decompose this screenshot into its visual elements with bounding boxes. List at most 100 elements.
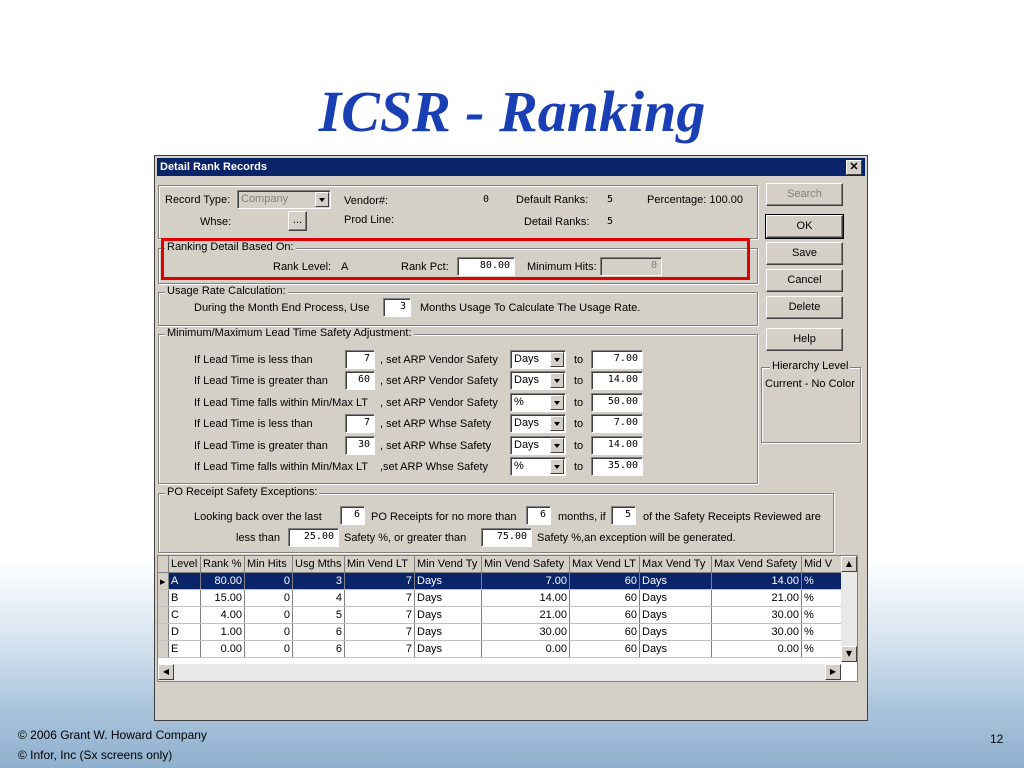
safety-value-input[interactable]: 7.00 bbox=[591, 414, 643, 434]
table-cell[interactable]: 0 bbox=[244, 589, 293, 607]
chevron-down-icon[interactable] bbox=[550, 352, 564, 367]
current-row-arrow-icon[interactable]: ▸ bbox=[158, 572, 169, 590]
table-cell[interactable]: Days bbox=[639, 640, 712, 658]
column-header[interactable]: Min Vend LT bbox=[344, 556, 415, 573]
cancel-button[interactable]: Cancel bbox=[766, 269, 843, 292]
safety-unit-select[interactable]: Days bbox=[510, 435, 566, 455]
po-months-input[interactable]: 6 bbox=[526, 506, 551, 525]
table-cell[interactable]: 6 bbox=[292, 623, 345, 641]
table-cell[interactable]: % bbox=[801, 589, 842, 607]
table-cell[interactable]: % bbox=[801, 640, 842, 658]
chevron-down-icon[interactable] bbox=[550, 373, 564, 389]
table-cell[interactable]: % bbox=[801, 623, 842, 641]
table-cell[interactable]: C bbox=[168, 606, 201, 624]
lead-time-days-input[interactable]: 7 bbox=[345, 350, 375, 369]
table-cell[interactable]: Days bbox=[639, 623, 712, 641]
safety-unit-select[interactable]: % bbox=[510, 457, 566, 476]
safety-unit-select[interactable]: Days bbox=[510, 414, 566, 434]
table-cell[interactable]: 0 bbox=[244, 640, 293, 658]
table-row[interactable]: D 1.00 0 6 7 Days 30.00 60 Days 30.00% bbox=[158, 623, 842, 641]
table-cell[interactable]: Days bbox=[414, 606, 482, 624]
table-cell[interactable]: 14.00 bbox=[481, 589, 570, 607]
column-header[interactable]: Max Vend Ty bbox=[639, 556, 712, 573]
scroll-left-icon[interactable]: ◀ bbox=[158, 664, 174, 680]
column-header[interactable]: Max Vend LT bbox=[569, 556, 640, 573]
horizontal-scrollbar[interactable]: ◀ ▶ bbox=[158, 664, 841, 681]
safety-value-input[interactable]: 35.00 bbox=[591, 457, 643, 476]
table-cell[interactable]: 7 bbox=[344, 589, 415, 607]
scroll-up-icon[interactable]: ▲ bbox=[841, 556, 857, 572]
table-cell[interactable]: Days bbox=[414, 623, 482, 641]
lead-time-days-input[interactable]: 7 bbox=[345, 414, 375, 434]
table-cell[interactable]: 0.00 bbox=[481, 640, 570, 658]
table-cell[interactable]: 14.00 bbox=[711, 572, 802, 590]
column-header[interactable]: Level bbox=[168, 556, 201, 573]
safety-value-input[interactable]: 50.00 bbox=[591, 392, 643, 412]
table-cell[interactable]: 7 bbox=[344, 640, 415, 658]
table-cell[interactable]: Days bbox=[414, 572, 482, 590]
safety-unit-select[interactable]: Days bbox=[510, 371, 566, 391]
table-cell[interactable]: 0.00 bbox=[200, 640, 245, 658]
close-icon[interactable]: ✕ bbox=[846, 160, 862, 175]
column-header[interactable]: Max Vend Safety bbox=[711, 556, 802, 573]
table-cell[interactable]: 5 bbox=[292, 606, 345, 624]
lead-time-days-input[interactable]: 60 bbox=[345, 371, 375, 391]
vertical-scrollbar[interactable]: ▲ ▼ bbox=[841, 556, 857, 662]
po-less-than-input[interactable]: 25.00 bbox=[288, 528, 339, 547]
table-cell[interactable]: 30.00 bbox=[711, 623, 802, 641]
table-cell[interactable]: 21.00 bbox=[711, 589, 802, 607]
save-button[interactable]: Save bbox=[766, 242, 843, 265]
table-cell[interactable]: 15.00 bbox=[200, 589, 245, 607]
column-header[interactable]: Min Vend Ty bbox=[414, 556, 482, 573]
table-cell[interactable]: 60 bbox=[569, 640, 640, 658]
table-cell[interactable]: 6 bbox=[292, 640, 345, 658]
table-cell[interactable]: 0.00 bbox=[711, 640, 802, 658]
table-cell[interactable]: 7 bbox=[344, 606, 415, 624]
table-cell[interactable]: 0 bbox=[244, 572, 293, 590]
chevron-down-icon[interactable] bbox=[550, 459, 564, 474]
delete-button[interactable]: Delete bbox=[766, 296, 843, 319]
po-greater-than-input[interactable]: 75.00 bbox=[481, 528, 532, 547]
column-header[interactable]: Usg Mths bbox=[292, 556, 345, 573]
column-header[interactable]: Mid V bbox=[801, 556, 842, 573]
row-indicator[interactable] bbox=[158, 589, 169, 607]
table-row[interactable]: E 0.00 0 6 7 Days 0.00 60 Days 0.00% bbox=[158, 640, 842, 658]
scroll-right-icon[interactable]: ▶ bbox=[825, 664, 841, 680]
table-cell[interactable]: 60 bbox=[569, 606, 640, 624]
chevron-down-icon[interactable] bbox=[550, 394, 564, 410]
row-indicator[interactable] bbox=[158, 640, 169, 658]
table-cell[interactable]: B bbox=[168, 589, 201, 607]
scroll-down-icon[interactable]: ▼ bbox=[841, 646, 857, 662]
table-cell[interactable]: 3 bbox=[292, 572, 345, 590]
table-cell[interactable]: Days bbox=[639, 572, 712, 590]
row-indicator[interactable] bbox=[158, 606, 169, 624]
help-button[interactable]: Help bbox=[766, 328, 843, 351]
table-cell[interactable]: 30.00 bbox=[711, 606, 802, 624]
chevron-down-icon[interactable] bbox=[550, 437, 564, 453]
table-cell[interactable]: 21.00 bbox=[481, 606, 570, 624]
po-safety-count-input[interactable]: 5 bbox=[611, 506, 636, 525]
table-cell[interactable]: 0 bbox=[244, 606, 293, 624]
table-cell[interactable]: 7 bbox=[344, 623, 415, 641]
search-button[interactable]: Search bbox=[766, 183, 843, 206]
rank-records-grid[interactable]: Level Rank % Min Hits Usg Mths Min Vend LT Mi… bbox=[157, 555, 858, 682]
table-cell[interactable]: 60 bbox=[569, 572, 640, 590]
table-cell[interactable]: E bbox=[168, 640, 201, 658]
table-row[interactable]: B 15.00 0 4 7 Days 14.00 60 Days 21.00% bbox=[158, 589, 842, 607]
safety-value-input[interactable]: 7.00 bbox=[591, 350, 643, 369]
table-cell[interactable]: 7.00 bbox=[481, 572, 570, 590]
safety-value-input[interactable]: 14.00 bbox=[591, 371, 643, 391]
table-cell[interactable]: 60 bbox=[569, 623, 640, 641]
column-header[interactable]: Min Hits bbox=[244, 556, 293, 573]
table-cell[interactable]: 7 bbox=[344, 572, 415, 590]
chevron-down-icon[interactable] bbox=[315, 192, 329, 207]
table-cell[interactable]: Days bbox=[639, 606, 712, 624]
table-row[interactable]: C 4.00 0 5 7 Days 21.00 60 Days 30.00% bbox=[158, 606, 842, 624]
table-cell[interactable]: 60 bbox=[569, 589, 640, 607]
table-cell[interactable]: Days bbox=[414, 640, 482, 658]
whse-lookup-button[interactable]: ... bbox=[288, 211, 307, 231]
table-cell[interactable]: 4 bbox=[292, 589, 345, 607]
safety-value-input[interactable]: 14.00 bbox=[591, 435, 643, 455]
lead-time-days-input[interactable]: 30 bbox=[345, 435, 375, 455]
table-cell[interactable]: 80.00 bbox=[200, 572, 245, 590]
